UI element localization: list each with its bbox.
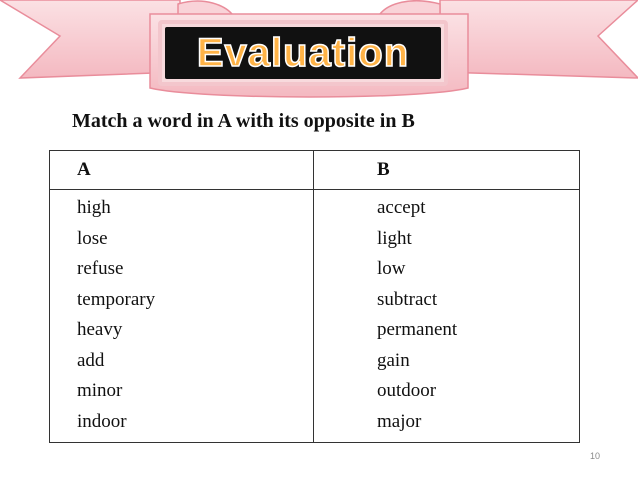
list-item: low	[377, 258, 406, 279]
slide-title: Evaluation	[196, 31, 410, 75]
column-b-cell: accept light low subtract permanent gain…	[313, 189, 580, 443]
table-body-row: high lose refuse temporary heavy add min…	[49, 189, 580, 443]
table-header-row: A B	[49, 150, 580, 190]
list-item: heavy	[77, 319, 123, 340]
title-plate: Evaluation	[165, 27, 441, 79]
list-item: permanent	[377, 319, 458, 340]
list-item: temporary	[77, 288, 156, 310]
list-item: outdoor	[377, 380, 437, 401]
list-item: indoor	[77, 410, 127, 432]
column-b-header: B	[313, 150, 580, 190]
list-item: add	[77, 349, 105, 371]
list-item: lose	[77, 227, 108, 249]
matching-table: A B high lose refuse temporary heavy add…	[49, 150, 580, 443]
list-item: refuse	[77, 258, 124, 279]
column-a-list: high lose refuse temporary heavy add min…	[77, 190, 313, 437]
ribbon-right-tail	[439, 0, 638, 79]
list-item: accept	[377, 197, 426, 218]
list-item: subtract	[377, 288, 438, 310]
list-item: major	[377, 410, 422, 432]
list-item: light	[377, 227, 412, 249]
list-item: minor	[77, 380, 123, 401]
list-item: high	[77, 197, 111, 218]
slide: Evaluation Match a word in A with its op…	[0, 0, 638, 479]
page-number: 10	[589, 451, 600, 461]
list-item: gain	[377, 349, 410, 371]
column-a-header: A	[49, 150, 314, 190]
title-frame: Evaluation	[158, 20, 448, 86]
instruction-text: Match a word in A with its opposite in B	[72, 110, 415, 132]
column-a-cell: high lose refuse temporary heavy add min…	[49, 189, 314, 443]
column-b-list: accept light low subtract permanent gain…	[377, 190, 579, 437]
